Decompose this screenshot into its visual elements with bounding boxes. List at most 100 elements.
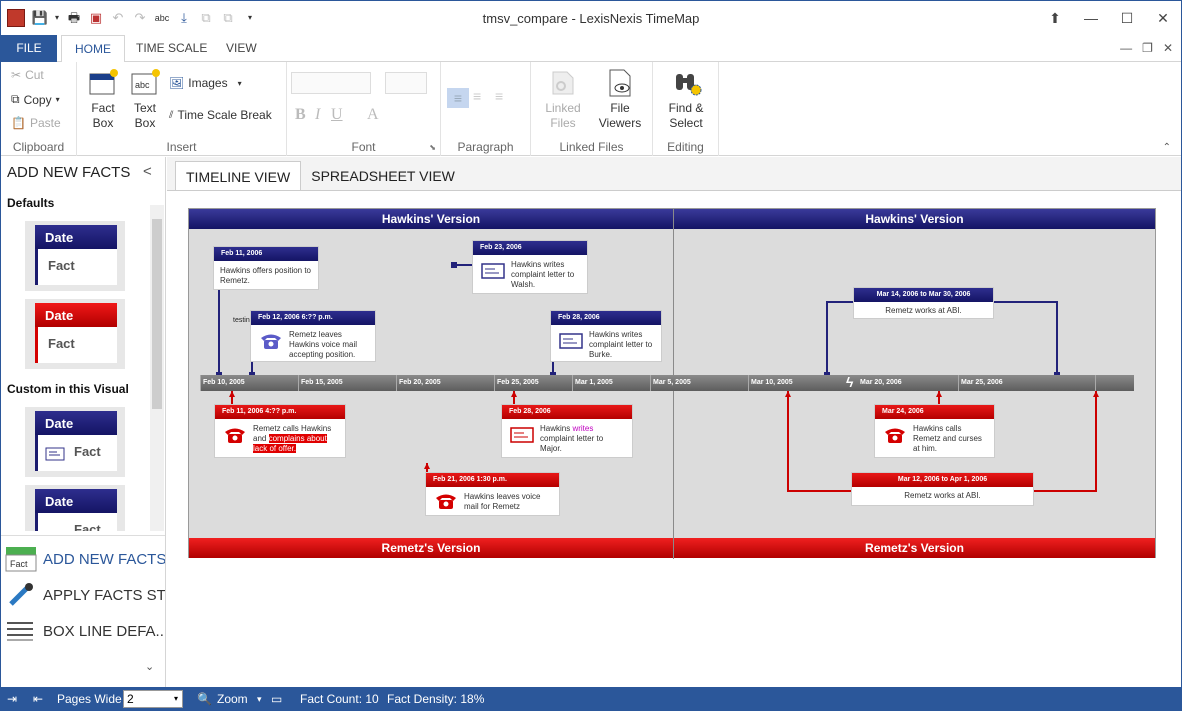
axis-tick: Feb 25, 2005 bbox=[494, 375, 539, 391]
fact-box-button[interactable]: Fact Box bbox=[83, 68, 123, 131]
editing-group-label: Editing bbox=[667, 140, 704, 154]
fact-box[interactable]: Mar 12, 2006 to Apr 1, 2006 Remetz works… bbox=[852, 473, 1033, 505]
maximize-icon[interactable]: ☐ bbox=[1109, 1, 1145, 35]
images-button[interactable]: 🖼 Images ▾ bbox=[169, 76, 242, 90]
swatch-date: Date bbox=[35, 303, 117, 327]
align-right-icon[interactable]: ≡ bbox=[495, 88, 503, 104]
box-line-defaults-section[interactable]: BOX LINE DEFA... bbox=[1, 614, 165, 648]
panel-title: ADD NEW FACTS bbox=[7, 164, 131, 181]
paste-button[interactable]: 📋 Paste bbox=[11, 116, 61, 130]
fact-date: Feb 11, 2006 4:?? p.m. bbox=[215, 405, 345, 419]
fact-style-swatch[interactable]: Date Fact bbox=[25, 221, 125, 291]
fact-box[interactable]: Feb 11, 2006 Hawkins offers position to … bbox=[214, 247, 318, 289]
fact-box[interactable]: Mar 24, 2006 Hawkins calls Remetz and cu… bbox=[875, 405, 994, 457]
clipboard-group-label: Clipboard bbox=[12, 140, 65, 154]
time-scale-break-icon[interactable]: ϟ bbox=[846, 374, 853, 390]
expand-sections-icon[interactable]: ⌄ bbox=[145, 660, 154, 673]
zoom-button[interactable]: Zoom bbox=[217, 687, 248, 710]
fact-box[interactable]: Feb 21, 2006 1:30 p.m. Hawkins leaves vo… bbox=[426, 473, 559, 515]
document-area: TIMELINE VIEW SPREADSHEET VIEW Hawkins' … bbox=[167, 157, 1181, 687]
fact-date: Mar 24, 2006 bbox=[875, 405, 994, 419]
chevron-down-icon[interactable]: ▾ bbox=[257, 687, 262, 710]
collapse-panel-icon[interactable]: < bbox=[143, 163, 152, 180]
ribbon-display-icon[interactable]: ⬆ bbox=[1037, 1, 1073, 35]
fact-count: Fact Count: 10 bbox=[300, 692, 379, 706]
swatch-fact: Fact bbox=[35, 249, 117, 285]
fit-page-icon[interactable]: ⇥ bbox=[7, 687, 17, 710]
apply-facts-style-section[interactable]: APPLY FACTS ST... bbox=[1, 578, 165, 612]
copy-icon: ⧉ bbox=[11, 92, 20, 106]
paste-icon: 📋 bbox=[11, 116, 26, 130]
align-center-icon[interactable]: ≡ bbox=[473, 88, 481, 104]
fact-box[interactable]: Feb 23, 2006 Hawkins writes complaint le… bbox=[473, 241, 587, 293]
align-left-icon[interactable]: ≡ bbox=[447, 88, 469, 108]
tab-view[interactable]: VIEW bbox=[213, 35, 270, 63]
fact-style-swatch[interactable]: Date Fact bbox=[25, 485, 125, 531]
fact-box[interactable]: Feb 28, 2006 Hawkins writes complaint le… bbox=[551, 311, 661, 361]
fit-width-icon[interactable]: ⇤ bbox=[33, 687, 43, 710]
linked-files-button[interactable]: Linked Files bbox=[541, 68, 585, 131]
time-scale-break-button[interactable]: ⫽ Time Scale Break bbox=[169, 108, 272, 122]
insert-group: Fact Box abc Text Box 🖼 Images ▾ ⫽ Time Sca… bbox=[77, 62, 287, 156]
tab-spreadsheet-view[interactable]: SPREADSHEET VIEW bbox=[301, 161, 465, 191]
doc-close-icon[interactable]: ✕ bbox=[1163, 41, 1173, 55]
copy-button[interactable]: ⧉ Copy ▾ bbox=[11, 92, 60, 107]
bold-icon[interactable]: B bbox=[295, 106, 306, 124]
collapse-ribbon-icon[interactable]: ⌃ bbox=[1163, 142, 1171, 153]
font-size-select[interactable] bbox=[385, 72, 427, 94]
fact-style-swatch[interactable]: Date Fact bbox=[25, 407, 125, 477]
scrollbar-thumb[interactable] bbox=[152, 219, 162, 409]
insert-group-label: Insert bbox=[166, 140, 197, 154]
letter-icon bbox=[559, 333, 583, 349]
fact-box[interactable]: Mar 14, 2006 to Mar 30, 2006 Remetz work… bbox=[854, 288, 993, 318]
close-icon[interactable]: ✕ bbox=[1145, 1, 1181, 35]
text-box-button[interactable]: abc Text Box bbox=[127, 68, 163, 131]
file-viewers-button[interactable]: File Viewers bbox=[595, 68, 645, 131]
letter-icon bbox=[481, 263, 505, 279]
underline-icon[interactable]: U bbox=[331, 106, 343, 124]
eyedropper-icon bbox=[9, 583, 33, 606]
svg-text:Fact: Fact bbox=[10, 559, 28, 569]
chevron-down-icon: ▾ bbox=[173, 694, 178, 703]
letter-icon bbox=[510, 427, 534, 443]
doc-restore-icon[interactable]: ❐ bbox=[1142, 41, 1153, 55]
defaults-heading: Defaults bbox=[7, 196, 55, 210]
swatch-date: Date bbox=[35, 225, 117, 249]
file-viewers-icon bbox=[609, 69, 631, 97]
panel-scrollbar[interactable] bbox=[150, 205, 164, 531]
panel-sections: Fact ADD NEW FACTS APPLY FACTS ST... BOX… bbox=[1, 535, 165, 687]
add-new-facts-section[interactable]: Fact ADD NEW FACTS bbox=[1, 542, 165, 576]
minimize-icon[interactable]: — bbox=[1073, 1, 1109, 35]
fact-text: Hawkins leaves voice mail for Remetz bbox=[464, 492, 541, 511]
tab-home[interactable]: HOME bbox=[61, 35, 125, 63]
find-select-button[interactable]: Find & Select bbox=[659, 68, 713, 131]
phone-icon bbox=[436, 494, 456, 509]
screen-icon[interactable]: ▭ bbox=[271, 687, 282, 710]
fact-box[interactable]: Feb 12, 2006 6:?? p.m. Remetz leaves Haw… bbox=[251, 311, 375, 361]
tab-file[interactable]: FILE bbox=[1, 35, 57, 62]
app-window: 💾 ▾ 🖶 ▣ ↶ ↷ abc ⤓ ⧉ ⧉ ▾ tmsv_compare - L… bbox=[0, 0, 1182, 711]
font-family-select[interactable] bbox=[291, 72, 371, 94]
fact-style-swatch[interactable]: Date Fact bbox=[25, 299, 125, 369]
chevron-down-icon: ▾ bbox=[55, 95, 60, 104]
tab-timeline-view[interactable]: TIMELINE VIEW bbox=[175, 161, 302, 191]
editing-group: Find & Select Editing bbox=[653, 62, 719, 156]
font-color-icon[interactable]: A bbox=[367, 106, 379, 124]
zoom-icon[interactable]: 🔍 bbox=[197, 687, 212, 710]
status-bar: ⇥ ⇤ Pages Wide 2 ▾ 🔍 Zoom ▾ ▭ Fact Count:… bbox=[1, 687, 1181, 710]
tab-time-scale[interactable]: TIME SCALE bbox=[123, 35, 220, 63]
axis-tick: Feb 20, 2005 bbox=[396, 375, 441, 391]
doc-minimize-icon[interactable]: — bbox=[1120, 41, 1132, 55]
font-dialog-launcher-icon[interactable]: ⬊ bbox=[429, 143, 436, 152]
fact-text: Remetz leaves Hawkins voice mail accepti… bbox=[289, 330, 358, 359]
fact-text: Hawkins offers position to Remetz. bbox=[220, 266, 312, 285]
cut-button[interactable]: ✂ Cut bbox=[11, 68, 44, 82]
ribbon: ✂ Cut ⧉ Copy ▾ 📋 Paste Clipboard Fact Box ab… bbox=[1, 62, 1181, 156]
pages-wide-select[interactable]: 2 ▾ bbox=[123, 690, 183, 708]
italic-icon[interactable]: I bbox=[315, 106, 320, 124]
fact-box[interactable]: Feb 28, 2006 Hawkins writes complaint le… bbox=[502, 405, 632, 457]
timeline-canvas: Hawkins' Version Hawkins' Version Remetz… bbox=[167, 190, 1181, 687]
fact-date: Feb 23, 2006 bbox=[473, 241, 587, 255]
font-group-label: Font bbox=[351, 140, 376, 154]
fact-box[interactable]: Feb 11, 2006 4:?? p.m. Remetz calls Hawk… bbox=[215, 405, 345, 457]
